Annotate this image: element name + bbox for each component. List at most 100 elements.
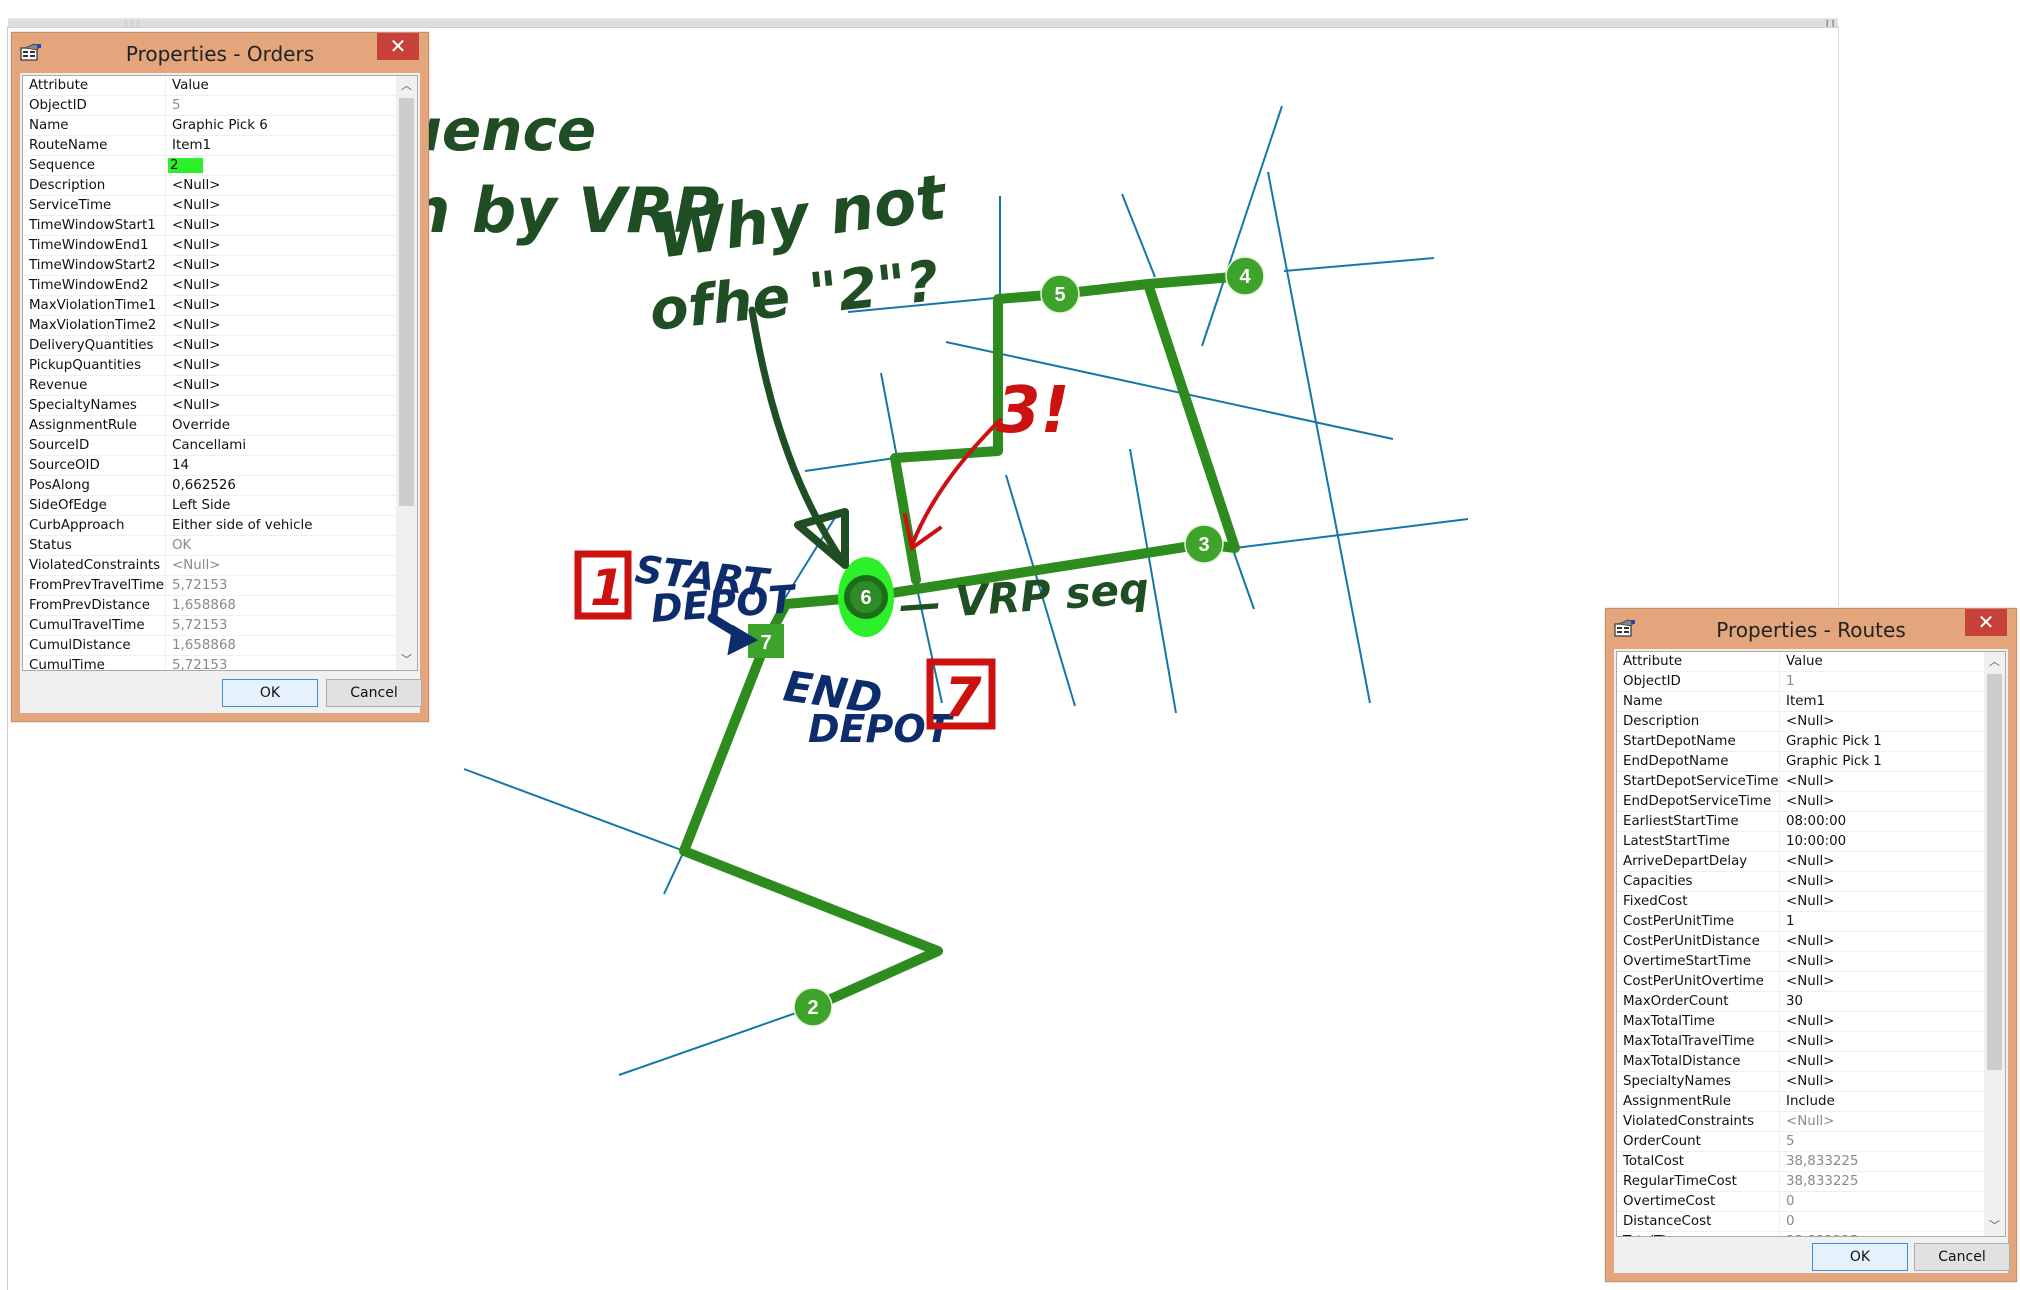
- property-row[interactable]: MaxTotalTime <Null>: [1617, 1011, 1996, 1032]
- property-row[interactable]: ObjectID 1: [1617, 671, 1996, 692]
- orders-attribute-grid[interactable]: Attribute Value ObjectID 5 Name Graphic Pic…: [22, 75, 418, 671]
- property-value[interactable]: <Null>: [1779, 871, 1996, 892]
- property-row[interactable]: CumulTime 5,72153: [23, 655, 412, 670]
- routes-dialog-titlebar[interactable]: Properties - Routes ✕: [1606, 609, 2016, 649]
- orders-cancel-button[interactable]: Cancel: [326, 679, 422, 707]
- property-row[interactable]: AssignmentRule Include: [1617, 1091, 1996, 1112]
- property-value[interactable]: <Null>: [165, 195, 412, 216]
- property-value[interactable]: <Null>: [1779, 971, 1996, 992]
- property-value[interactable]: <Null>: [1779, 711, 1996, 732]
- property-row[interactable]: TimeWindowStart1 <Null>: [23, 215, 412, 236]
- property-value[interactable]: 08:00:00: [1779, 811, 1996, 832]
- routes-cancel-button[interactable]: Cancel: [1914, 1243, 2010, 1271]
- property-row[interactable]: CostPerUnitDistance <Null>: [1617, 931, 1996, 952]
- property-value[interactable]: Include: [1779, 1091, 1996, 1112]
- scroll-down-arrow-icon[interactable]: ﹀: [396, 650, 417, 670]
- property-value[interactable]: 30: [1779, 991, 1996, 1012]
- property-row[interactable]: TimeWindowEnd1 <Null>: [23, 235, 412, 256]
- property-row[interactable]: ArriveDepartDelay <Null>: [1617, 851, 1996, 872]
- property-value[interactable]: <Null>: [1779, 931, 1996, 952]
- property-row[interactable]: ViolatedConstraints <Null>: [1617, 1111, 1996, 1132]
- property-value[interactable]: <Null>: [1779, 771, 1996, 792]
- property-value[interactable]: <Null>: [1779, 891, 1996, 912]
- property-row[interactable]: Sequence 2: [23, 155, 412, 176]
- property-row[interactable]: StartDepotName Graphic Pick 1: [1617, 731, 1996, 752]
- property-value[interactable]: 10:00:00: [1779, 831, 1996, 852]
- property-row[interactable]: SourceID Cancellami: [23, 435, 412, 456]
- property-row[interactable]: CurbApproach Either side of vehicle: [23, 515, 412, 536]
- property-row[interactable]: TimeWindowEnd2 <Null>: [23, 275, 412, 296]
- scrollbar-thumb[interactable]: [399, 98, 414, 506]
- property-row[interactable]: TimeWindowStart2 <Null>: [23, 255, 412, 276]
- property-row[interactable]: CumulTravelTime 5,72153: [23, 615, 412, 636]
- property-row[interactable]: Capacities <Null>: [1617, 871, 1996, 892]
- property-row[interactable]: Description <Null>: [23, 175, 412, 196]
- property-row[interactable]: Description <Null>: [1617, 711, 1996, 732]
- property-value[interactable]: Graphic Pick 6: [165, 115, 412, 136]
- property-row[interactable]: PickupQuantities <Null>: [23, 355, 412, 376]
- property-row[interactable]: PosAlong 0,662526: [23, 475, 412, 496]
- orders-vertical-scrollbar[interactable]: ︿ ﹀: [396, 76, 417, 670]
- property-row[interactable]: Name Item1: [1617, 691, 1996, 712]
- orders-dialog-titlebar[interactable]: Properties - Orders ✕: [12, 33, 428, 73]
- property-row[interactable]: MaxTotalTravelTime <Null>: [1617, 1031, 1996, 1052]
- property-value[interactable]: 1: [1779, 911, 1996, 932]
- property-row[interactable]: CostPerUnitTime 1: [1617, 911, 1996, 932]
- property-row[interactable]: SourceOID 14: [23, 455, 412, 476]
- property-value[interactable]: <Null>: [1779, 791, 1996, 812]
- property-row[interactable]: OvertimeCost 0: [1617, 1191, 1996, 1212]
- property-value[interactable]: Override: [165, 415, 412, 436]
- property-value[interactable]: <Null>: [165, 395, 412, 416]
- scroll-up-arrow-icon[interactable]: ︿: [1984, 652, 2005, 672]
- property-value[interactable]: <Null>: [165, 255, 412, 276]
- property-value[interactable]: <Null>: [165, 175, 412, 196]
- property-row[interactable]: MaxOrderCount 30: [1617, 991, 1996, 1012]
- routes-close-button[interactable]: ✕: [1965, 609, 2007, 636]
- property-value[interactable]: <Null>: [1779, 1011, 1996, 1032]
- property-row[interactable]: RouteName Item1: [23, 135, 412, 156]
- property-value[interactable]: <Null>: [1779, 851, 1996, 872]
- property-value[interactable]: <Null>: [1779, 1071, 1996, 1092]
- routes-attribute-grid[interactable]: Attribute Value ObjectID 1 Name Item1 Descri…: [1616, 651, 2006, 1237]
- property-row[interactable]: ServiceTime <Null>: [23, 195, 412, 216]
- property-row[interactable]: RegularTimeCost 38,833225: [1617, 1171, 1996, 1192]
- property-row[interactable]: SideOfEdge Left Side: [23, 495, 412, 516]
- property-value[interactable]: <Null>: [1779, 1031, 1996, 1052]
- property-row[interactable]: TotalCost 38,833225: [1617, 1151, 1996, 1172]
- property-row[interactable]: Name Graphic Pick 6: [23, 115, 412, 136]
- scroll-up-arrow-icon[interactable]: ︿: [396, 76, 417, 96]
- property-value[interactable]: <Null>: [165, 375, 412, 396]
- property-value[interactable]: <Null>: [1779, 951, 1996, 972]
- property-row[interactable]: MaxTotalDistance <Null>: [1617, 1051, 1996, 1072]
- property-row[interactable]: EarliestStartTime 08:00:00: [1617, 811, 1996, 832]
- routes-vertical-scrollbar[interactable]: ︿ ﹀: [1984, 652, 2005, 1236]
- routes-ok-button[interactable]: OK: [1812, 1243, 1908, 1271]
- property-row[interactable]: FromPrevTravelTime 5,72153: [23, 575, 412, 596]
- property-value[interactable]: Graphic Pick 1: [1779, 751, 1996, 772]
- property-value[interactable]: <Null>: [165, 295, 412, 316]
- property-row[interactable]: ViolatedConstraints <Null>: [23, 555, 412, 576]
- orders-close-button[interactable]: ✕: [377, 33, 419, 60]
- highlighted-value[interactable]: 2: [168, 158, 203, 173]
- property-value[interactable]: 2: [165, 155, 412, 176]
- property-row[interactable]: AssignmentRule Override: [23, 415, 412, 436]
- property-row[interactable]: FixedCost <Null>: [1617, 891, 1996, 912]
- scrollbar-thumb[interactable]: [1987, 674, 2002, 1070]
- property-value[interactable]: <Null>: [165, 275, 412, 296]
- property-row[interactable]: OvertimeStartTime <Null>: [1617, 951, 1996, 972]
- property-value[interactable]: <Null>: [165, 335, 412, 356]
- property-value[interactable]: Graphic Pick 1: [1779, 731, 1996, 752]
- property-value[interactable]: <Null>: [165, 315, 412, 336]
- property-row[interactable]: CostPerUnitOvertime <Null>: [1617, 971, 1996, 992]
- scroll-down-arrow-icon[interactable]: ﹀: [1984, 1216, 2005, 1236]
- property-value[interactable]: Either side of vehicle: [165, 515, 412, 536]
- property-row[interactable]: ObjectID 5: [23, 95, 412, 116]
- property-row[interactable]: SpecialtyNames <Null>: [23, 395, 412, 416]
- property-value[interactable]: <Null>: [165, 215, 412, 236]
- property-row[interactable]: TotalTime38,833225: [1617, 1231, 1996, 1236]
- property-row[interactable]: DistanceCost 0: [1617, 1211, 1996, 1232]
- property-value[interactable]: <Null>: [165, 235, 412, 256]
- property-row[interactable]: Revenue <Null>: [23, 375, 412, 396]
- property-row[interactable]: StartDepotServiceTime <Null>: [1617, 771, 1996, 792]
- property-row[interactable]: EndDepotName Graphic Pick 1: [1617, 751, 1996, 772]
